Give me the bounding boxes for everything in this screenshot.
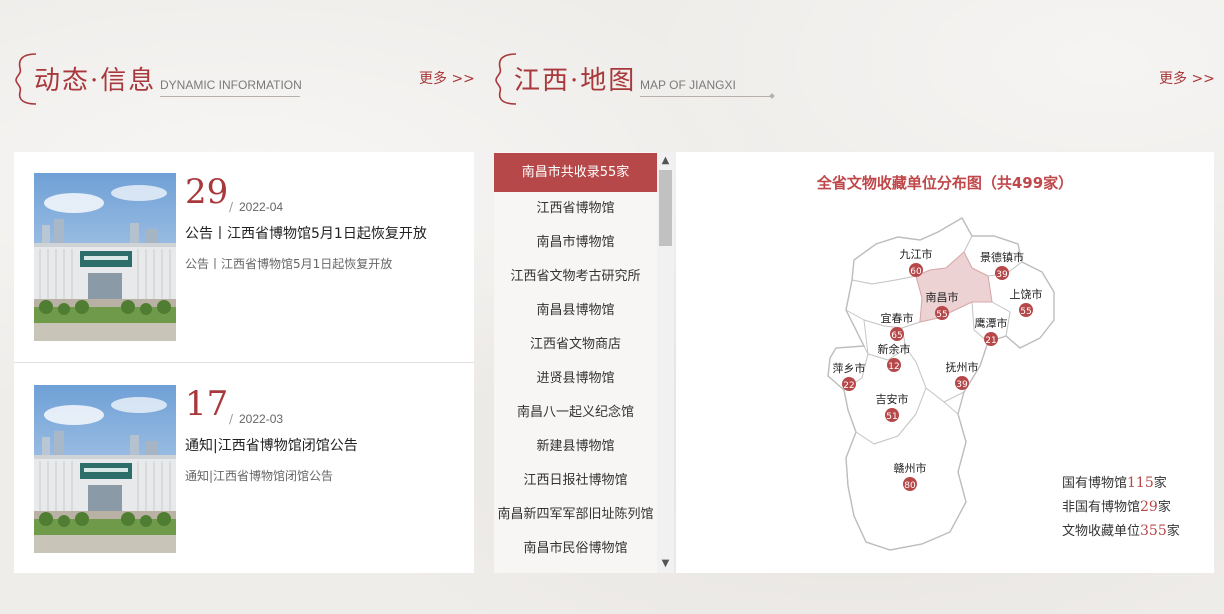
museum-list: 江西省博物馆 南昌市博物馆 江西省文物考古研究所 南昌县博物馆 江西省文物商店 …: [494, 192, 657, 566]
list-scrollbar[interactable]: ▲ ▼: [657, 152, 674, 573]
museum-list-item[interactable]: 江西日报社博物馆: [494, 464, 657, 498]
city-count-jian: 51: [886, 412, 897, 422]
city-count-jingdezhen: 39: [996, 270, 1008, 280]
legend-item: 非国有博物馆29家: [1062, 495, 1212, 519]
divider: [14, 362, 474, 363]
museum-list-item[interactable]: 进贤县博物馆: [494, 362, 657, 396]
city-label-yichun[interactable]: 宜春市: [881, 311, 914, 325]
city-count-nanchang: 55: [936, 310, 947, 320]
city-label-jian[interactable]: 吉安市: [876, 392, 909, 406]
date-separator: /: [229, 412, 234, 426]
city-count-ganzhou: 80: [904, 481, 916, 491]
museum-list-item[interactable]: 南昌县博物馆: [494, 294, 657, 328]
museum-list-item[interactable]: 江西省博物馆: [494, 192, 657, 226]
museum-list-header: 南昌市共收录55家: [494, 153, 657, 192]
map-section-title: 江西·地图: [514, 66, 637, 96]
legend-value: 115: [1127, 475, 1154, 491]
museum-list-item[interactable]: 南昌新四军军部旧址陈列馆: [494, 498, 657, 532]
museum-list-item[interactable]: 南昌八一起义纪念馆: [494, 396, 657, 430]
city-label-xinyu[interactable]: 新余市: [878, 342, 911, 356]
map-section-subtitle: MAP OF JIANGXI: [640, 78, 736, 92]
news-summary: 通知|江西省博物馆闭馆公告: [185, 469, 334, 483]
divider: [160, 96, 300, 97]
news-section-header: 动态·信息 DYNAMIC INFORMATION: [14, 50, 314, 110]
news-title[interactable]: 通知|江西省博物馆闭馆公告: [185, 435, 358, 455]
map-more-link[interactable]: 更多 >>: [1159, 68, 1215, 88]
city-label-ganzhou[interactable]: 赣州市: [894, 461, 927, 475]
news-day: 17: [185, 384, 229, 424]
city-count-yingtan: 21: [985, 336, 996, 346]
city-label-shangrao[interactable]: 上饶市: [1010, 287, 1043, 301]
news-day: 29: [185, 172, 229, 212]
news-item[interactable]: 29 / 2022-04 公告丨江西省博物馆5月1日起恢复开放 公告丨江西省博物…: [14, 152, 474, 362]
legend-item: 国有博物馆115家: [1062, 471, 1212, 495]
scroll-up-icon[interactable]: ▲: [657, 153, 674, 169]
news-thumbnail[interactable]: [34, 173, 176, 341]
news-title[interactable]: 公告丨江西省博物馆5月1日起恢复开放: [185, 223, 427, 243]
city-label-nanchang[interactable]: 南昌市: [926, 290, 959, 304]
scrollbar-thumb[interactable]: [659, 170, 672, 246]
legend-label: 国有博物馆: [1062, 476, 1128, 491]
museum-list-item[interactable]: 新建县博物馆: [494, 430, 657, 464]
map-legend: 国有博物馆115家 非国有博物馆29家 文物收藏单位355家: [1062, 471, 1212, 543]
news-panel: 29 / 2022-04 公告丨江西省博物馆5月1日起恢复开放 公告丨江西省博物…: [14, 152, 474, 573]
news-year-month: 2022-04: [239, 200, 284, 214]
divider-ornament: [769, 93, 775, 99]
museum-list-item[interactable]: 江西省文物商店: [494, 328, 657, 362]
news-section-subtitle: DYNAMIC INFORMATION: [160, 78, 302, 92]
news-section-title: 动态·信息: [34, 66, 157, 96]
museum-list-panel: 南昌市共收录55家 江西省博物馆 南昌市博物馆 江西省文物考古研究所 南昌县博物…: [494, 152, 674, 573]
news-item[interactable]: 17 / 2022-03 通知|江西省博物馆闭馆公告 通知|江西省博物馆闭馆公告: [14, 364, 474, 574]
city-count-pingxiang: 22: [843, 381, 854, 391]
city-count-shangrao: 55: [1020, 307, 1031, 317]
news-more-link[interactable]: 更多 >>: [419, 68, 475, 88]
legend-label: 非国有博物馆: [1062, 500, 1141, 515]
city-label-jiujiang[interactable]: 九江市: [900, 247, 933, 261]
divider: [640, 96, 770, 97]
date-separator: /: [229, 200, 234, 214]
news-year-month: 2022-03: [239, 412, 284, 426]
museum-list-item[interactable]: 南昌市博物馆: [494, 226, 657, 260]
scroll-down-icon[interactable]: ▼: [657, 556, 674, 572]
news-thumbnail[interactable]: [34, 385, 176, 553]
legend-label: 文物收藏单位: [1062, 524, 1141, 539]
map-panel: 全省文物收藏单位分布图（共499家） 九江市 60 景德镇市 39 南昌市 55…: [676, 152, 1214, 573]
city-label-jingdezhen[interactable]: 景德镇市: [980, 250, 1024, 264]
legend-value: 355: [1140, 523, 1167, 539]
city-count-xinyu: 12: [888, 362, 899, 372]
city-count-yichun: 65: [891, 331, 902, 341]
legend-unit: 家: [1157, 500, 1171, 515]
city-label-yingtan[interactable]: 鹰潭市: [975, 316, 1008, 330]
city-label-fuzhou[interactable]: 抚州市: [946, 360, 979, 374]
legend-unit: 家: [1153, 476, 1167, 491]
city-count-jiujiang: 60: [910, 267, 922, 277]
city-count-fuzhou: 39: [956, 380, 968, 390]
legend-item: 文物收藏单位355家: [1062, 519, 1212, 543]
city-label-pingxiang[interactable]: 萍乡市: [833, 361, 866, 375]
museum-list-item[interactable]: 江西省文物考古研究所: [494, 260, 657, 294]
news-summary: 公告丨江西省博物馆5月1日起恢复开放: [185, 257, 393, 271]
museum-list-item[interactable]: 南昌市民俗博物馆: [494, 532, 657, 566]
legend-unit: 家: [1166, 524, 1180, 539]
map-section-header: 江西·地图 MAP OF JIANGXI: [494, 50, 794, 110]
legend-value: 29: [1140, 499, 1158, 515]
